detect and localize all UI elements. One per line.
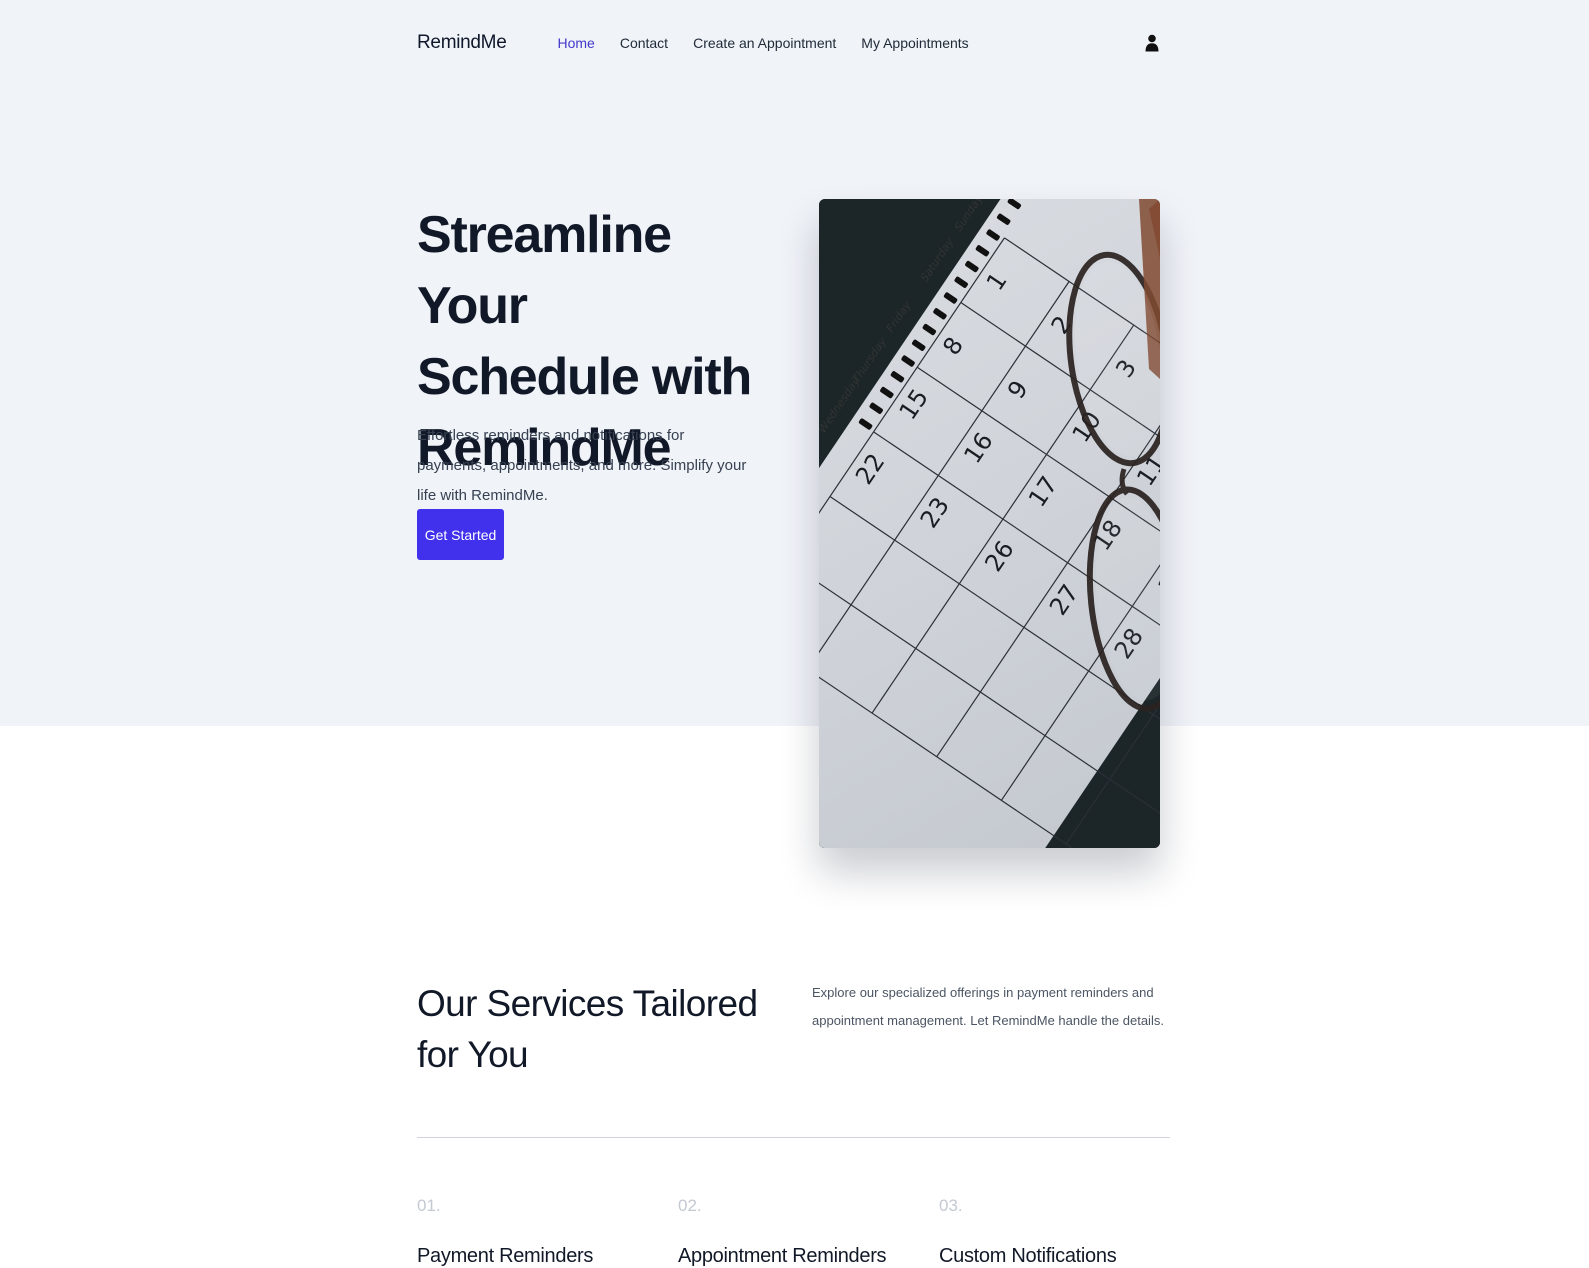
section-divider	[417, 1137, 1170, 1138]
nav-link-my-appointments[interactable]: My Appointments	[861, 35, 968, 51]
hero-background	[0, 0, 1589, 726]
service-title: Appointment Reminders	[678, 1245, 887, 1267]
service-number: 02.	[678, 1196, 702, 1215]
nav-link-contact[interactable]: Contact	[620, 35, 668, 51]
brand-logo[interactable]: RemindMe	[417, 32, 507, 54]
get-started-button[interactable]: Get Started	[417, 509, 504, 560]
nav-links: Home Contact Create an Appointment My Ap…	[557, 35, 968, 51]
service-number: 03.	[939, 1196, 963, 1215]
service-card-payment: 01. Payment Reminders	[417, 1196, 657, 1268]
service-number: 01.	[417, 1196, 441, 1215]
service-title: Payment Reminders	[417, 1245, 594, 1267]
nav-link-home[interactable]: Home	[557, 35, 594, 51]
service-card-custom: 03. Custom Notifications	[939, 1196, 1179, 1268]
nav-link-create-appointment[interactable]: Create an Appointment	[693, 35, 836, 51]
top-navbar: RemindMe Home Contact Create an Appointm…	[417, 0, 1169, 86]
hero-subtitle: Effortless reminders and notifications f…	[417, 427, 747, 504]
services-description: Explore our specialized offerings in pay…	[812, 985, 1164, 1028]
services-title: Our Services Tailored for You	[417, 983, 758, 1075]
calendar-glasses-photo: SundaySaturdayFridayThursdayWednesdayTue…	[819, 199, 1160, 848]
user-icon[interactable]	[1145, 34, 1159, 52]
service-title: Custom Notifications	[939, 1245, 1117, 1267]
service-card-appointment: 02. Appointment Reminders	[678, 1196, 918, 1268]
